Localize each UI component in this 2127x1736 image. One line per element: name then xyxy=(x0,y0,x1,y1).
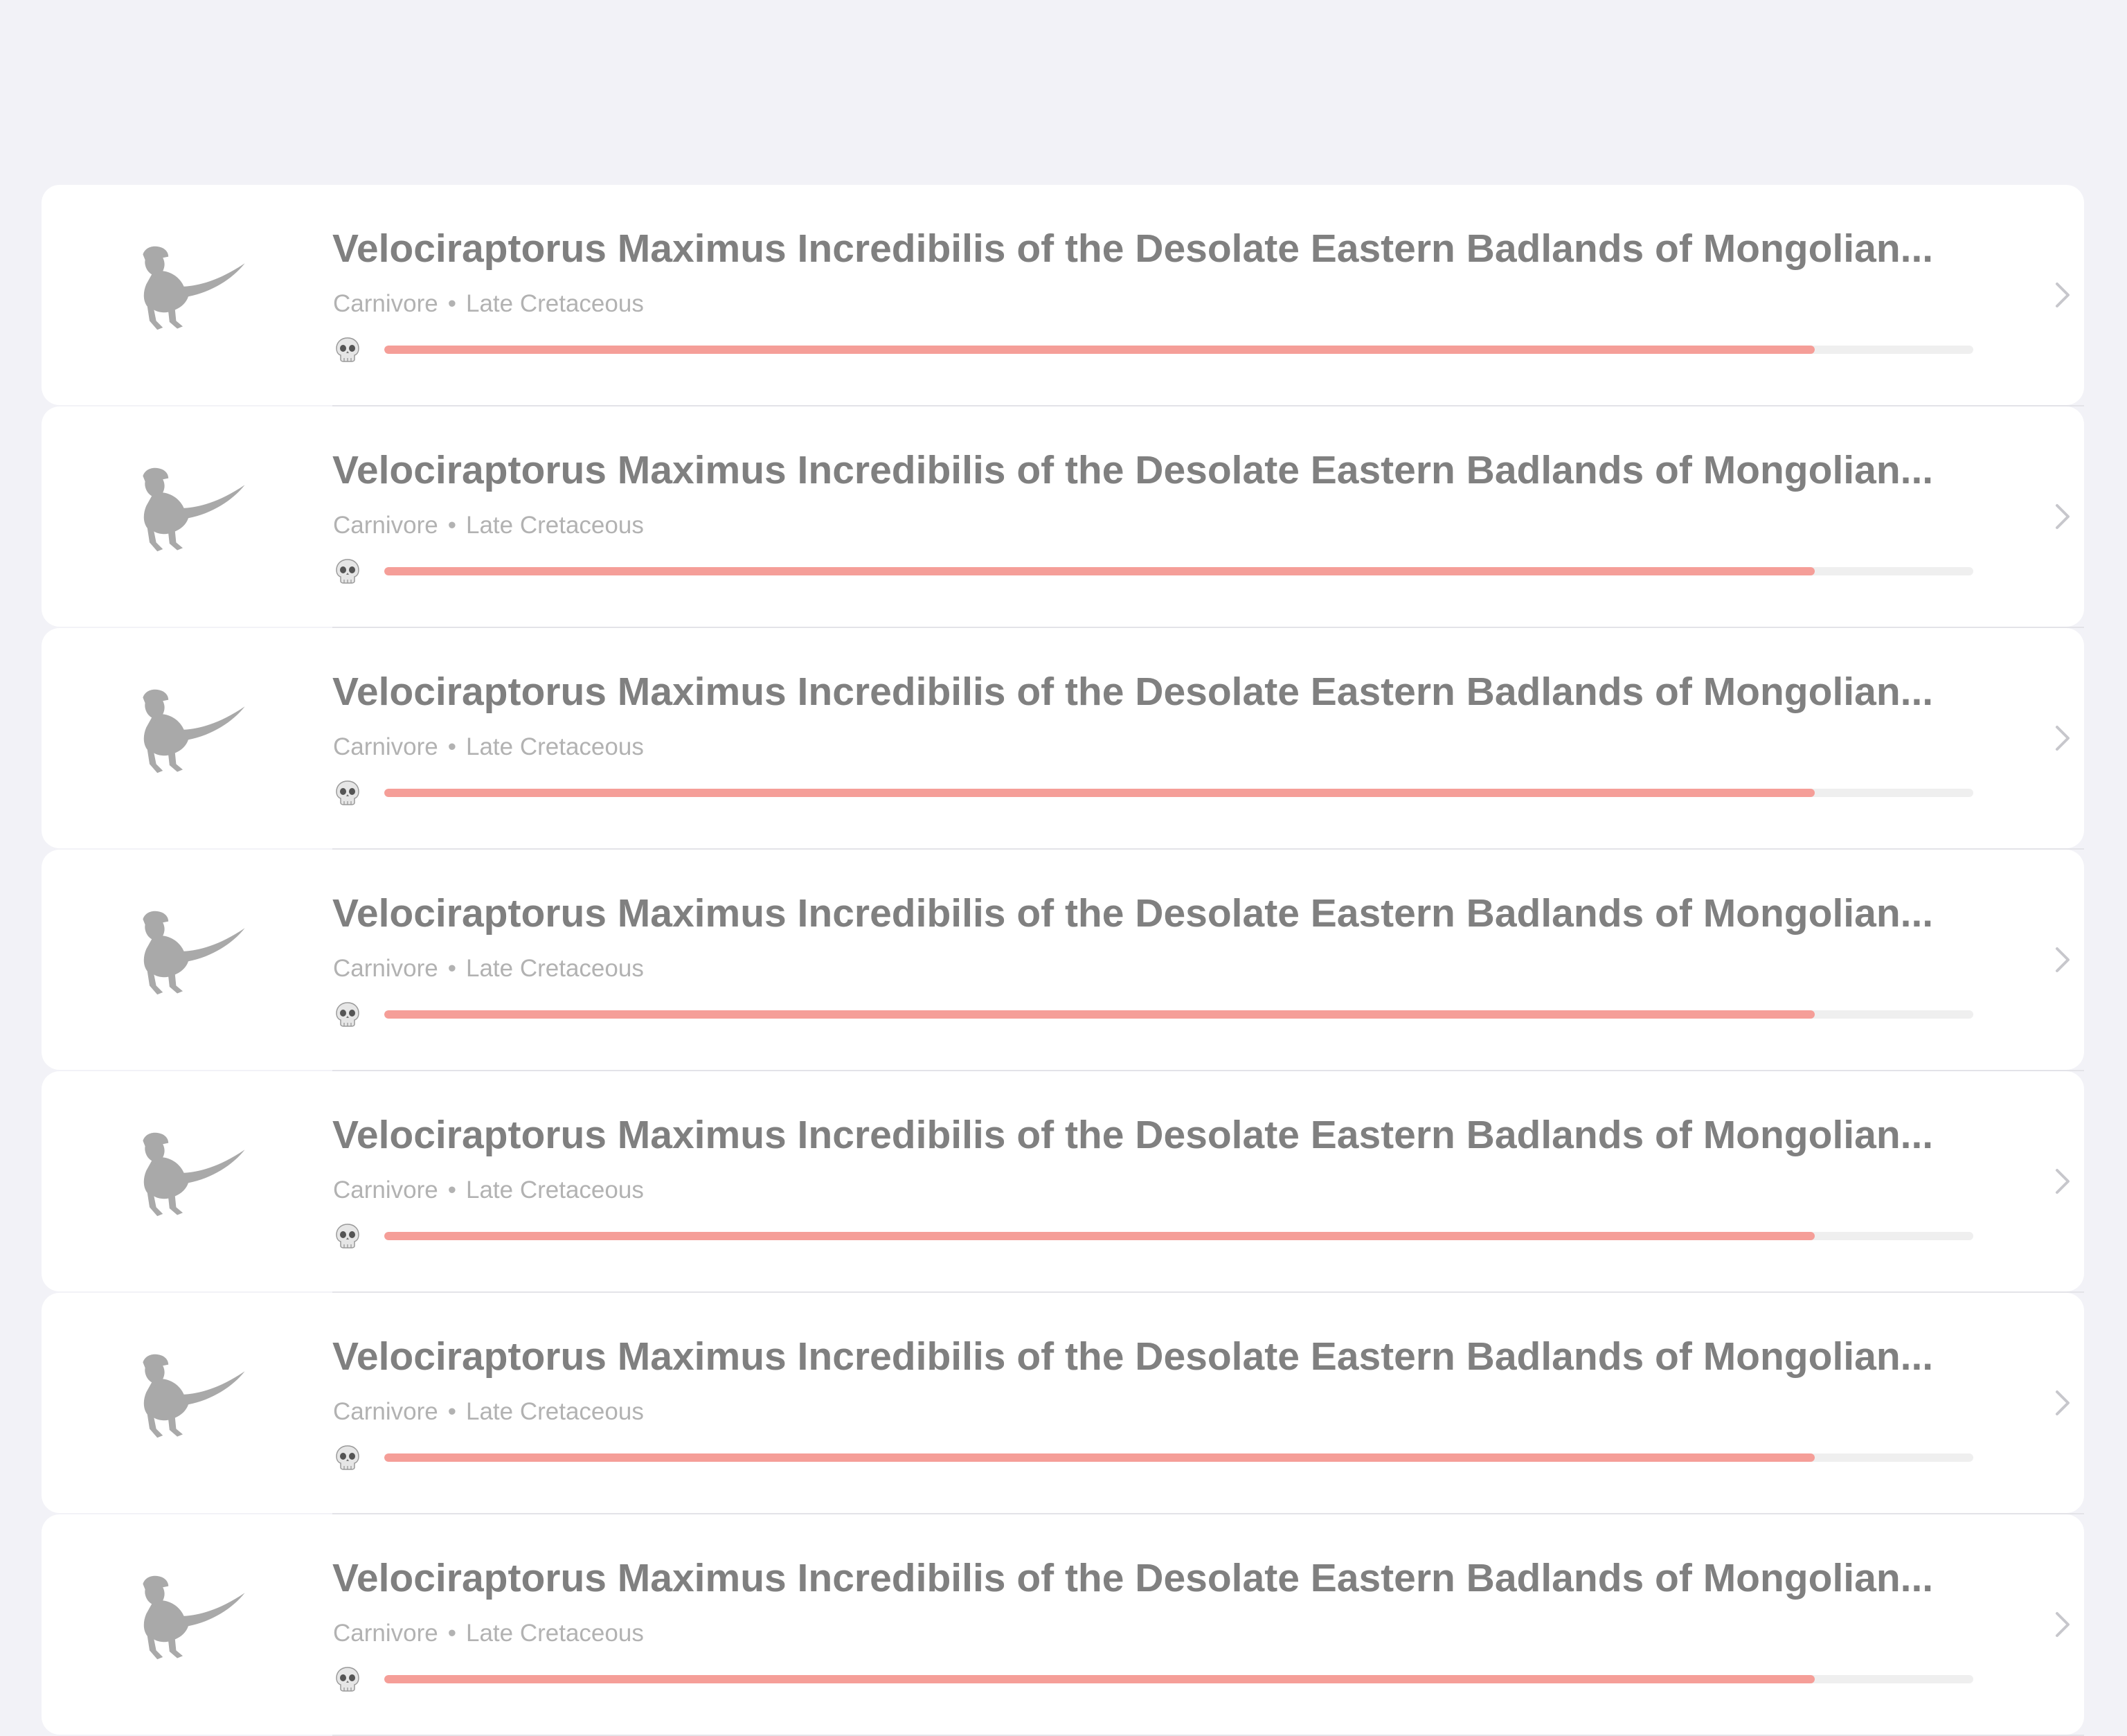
threat-level-bar xyxy=(384,789,1973,797)
threat-level-fill xyxy=(384,1010,1815,1019)
chevron-right-icon xyxy=(2053,501,2074,532)
dinosaur-card[interactable]: Velociraptorus Maximus Incredibilis of t… xyxy=(42,1293,2084,1513)
dinosaur-meta: Carnivore • Late Cretaceous xyxy=(333,1618,644,1649)
dinosaur-meta: Carnivore • Late Cretaceous xyxy=(333,1397,644,1427)
dinosaur-name: Velociraptorus Maximus Incredibilis of t… xyxy=(332,448,1934,492)
threat-level-bar xyxy=(384,1675,1973,1683)
threat-level-bar xyxy=(384,1232,1973,1240)
skull-icon xyxy=(334,557,361,585)
dinosaur-name: Velociraptorus Maximus Incredibilis of t… xyxy=(332,891,1934,936)
threat-level-bar xyxy=(384,346,1973,354)
period-label: Late Cretaceous xyxy=(466,1620,644,1647)
meta-separator: • xyxy=(447,290,456,317)
meta-separator: • xyxy=(447,1398,456,1425)
dinosaur-name: Velociraptorus Maximus Incredibilis of t… xyxy=(332,226,1934,271)
dinosaur-card[interactable]: Velociraptorus Maximus Incredibilis of t… xyxy=(42,185,2084,405)
threat-level-bar xyxy=(384,1010,1973,1019)
raptor-icon xyxy=(138,460,249,571)
threat-level-fill xyxy=(384,1232,1815,1240)
diet-label: Carnivore xyxy=(333,1620,438,1647)
skull-icon xyxy=(334,1444,361,1471)
list-item: Velociraptorus Maximus Incredibilis of t… xyxy=(0,406,2127,628)
chevron-right-icon xyxy=(2053,723,2074,753)
threat-level-fill xyxy=(384,1453,1815,1462)
meta-separator: • xyxy=(447,1176,456,1203)
chevron-right-icon xyxy=(2053,945,2074,975)
dinosaur-card[interactable]: Velociraptorus Maximus Incredibilis of t… xyxy=(42,628,2084,848)
threat-level-fill xyxy=(384,789,1815,797)
period-label: Late Cretaceous xyxy=(466,733,644,760)
dinosaur-meta: Carnivore • Late Cretaceous xyxy=(333,732,644,762)
diet-label: Carnivore xyxy=(333,290,438,317)
skull-icon xyxy=(334,336,361,364)
diet-label: Carnivore xyxy=(333,512,438,539)
skull-icon xyxy=(334,779,361,807)
dinosaur-list: Velociraptorus Maximus Incredibilis of t… xyxy=(0,185,2127,1736)
raptor-icon xyxy=(138,239,249,350)
diet-label: Carnivore xyxy=(333,1176,438,1203)
threat-level-fill xyxy=(384,346,1815,354)
period-label: Late Cretaceous xyxy=(466,955,644,982)
period-label: Late Cretaceous xyxy=(466,1176,644,1203)
list-item: Velociraptorus Maximus Incredibilis of t… xyxy=(0,850,2127,1071)
period-label: Late Cretaceous xyxy=(466,512,644,539)
threat-level-fill xyxy=(384,1675,1815,1683)
dinosaur-name: Velociraptorus Maximus Incredibilis of t… xyxy=(332,1334,1934,1379)
threat-level-fill xyxy=(384,567,1815,575)
skull-icon xyxy=(334,1001,361,1028)
list-item: Velociraptorus Maximus Incredibilis of t… xyxy=(0,185,2127,406)
chevron-right-icon xyxy=(2053,1166,2074,1197)
raptor-icon xyxy=(138,682,249,793)
diet-label: Carnivore xyxy=(333,955,438,982)
raptor-icon xyxy=(138,904,249,1014)
raptor-icon xyxy=(138,1568,249,1679)
dinosaur-meta: Carnivore • Late Cretaceous xyxy=(333,1175,644,1206)
dinosaur-name: Velociraptorus Maximus Incredibilis of t… xyxy=(332,670,1934,714)
list-item: Velociraptorus Maximus Incredibilis of t… xyxy=(0,1071,2127,1293)
dinosaur-card[interactable]: Velociraptorus Maximus Incredibilis of t… xyxy=(42,406,2084,627)
diet-label: Carnivore xyxy=(333,733,438,760)
list-item: Velociraptorus Maximus Incredibilis of t… xyxy=(0,628,2127,850)
dinosaur-meta: Carnivore • Late Cretaceous xyxy=(333,289,644,319)
raptor-icon xyxy=(138,1347,249,1458)
dinosaur-name: Velociraptorus Maximus Incredibilis of t… xyxy=(332,1556,1934,1600)
meta-separator: • xyxy=(447,512,456,539)
skull-icon xyxy=(334,1665,361,1693)
skull-icon xyxy=(334,1222,361,1250)
chevron-right-icon xyxy=(2053,1609,2074,1640)
chevron-right-icon xyxy=(2053,280,2074,310)
meta-separator: • xyxy=(447,1620,456,1647)
dinosaur-card[interactable]: Velociraptorus Maximus Incredibilis of t… xyxy=(42,1071,2084,1291)
dinosaur-card[interactable]: Velociraptorus Maximus Incredibilis of t… xyxy=(42,850,2084,1070)
diet-label: Carnivore xyxy=(333,1398,438,1425)
threat-level-bar xyxy=(384,567,1973,575)
dinosaur-card[interactable]: Velociraptorus Maximus Incredibilis of t… xyxy=(42,1514,2084,1735)
dinosaur-meta: Carnivore • Late Cretaceous xyxy=(333,510,644,541)
meta-separator: • xyxy=(447,955,456,982)
raptor-icon xyxy=(138,1125,249,1236)
threat-level-bar xyxy=(384,1453,1973,1462)
meta-separator: • xyxy=(447,733,456,760)
dinosaur-name: Velociraptorus Maximus Incredibilis of t… xyxy=(332,1113,1934,1157)
chevron-right-icon xyxy=(2053,1388,2074,1418)
list-item: Velociraptorus Maximus Incredibilis of t… xyxy=(0,1514,2127,1736)
period-label: Late Cretaceous xyxy=(466,290,644,317)
period-label: Late Cretaceous xyxy=(466,1398,644,1425)
list-item: Velociraptorus Maximus Incredibilis of t… xyxy=(0,1293,2127,1514)
dinosaur-meta: Carnivore • Late Cretaceous xyxy=(333,954,644,984)
